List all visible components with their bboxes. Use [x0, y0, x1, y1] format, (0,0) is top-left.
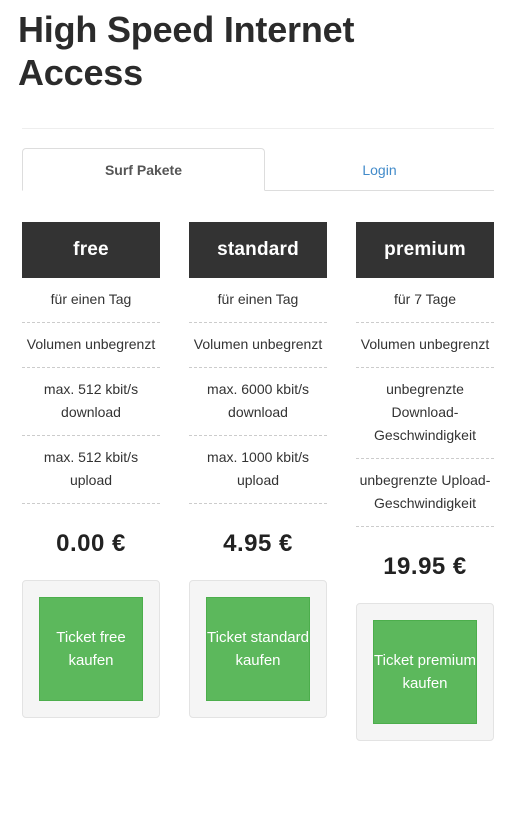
buy-panel-free: Ticket free kaufen: [22, 580, 160, 718]
plan-feature: unbegrenzte Upload-Geschwindigkeit: [356, 459, 494, 527]
plan-feature: Volumen unbegrenzt: [189, 323, 327, 368]
plan-feature: max. 512 kbit/s download: [22, 368, 160, 436]
buy-button-free[interactable]: Ticket free kaufen: [39, 597, 143, 701]
plan-name-standard: standard: [189, 222, 327, 278]
plan-feature: für einen Tag: [22, 278, 160, 323]
plan-card-free: free für einen Tag Volumen unbegrenzt ma…: [22, 222, 160, 718]
tab-login-label: Login: [362, 162, 397, 178]
tab-bar: Surf Pakete Login: [22, 148, 494, 191]
plan-price-standard: 4.95 €: [223, 530, 293, 557]
plan-card-premium: premium für 7 Tage Volumen unbegrenzt un…: [356, 222, 494, 741]
buy-button-standard[interactable]: Ticket standard kaufen: [206, 597, 310, 701]
buy-button-free-label: Ticket free kaufen: [56, 629, 126, 669]
page-title: High Speed Internet Access: [18, 9, 355, 93]
tab-surf-pakete[interactable]: Surf Pakete: [22, 148, 265, 191]
plan-feature: Volumen unbegrenzt: [356, 323, 494, 368]
plan-feature: Volumen unbegrenzt: [22, 323, 160, 368]
plan-feature: max. 512 kbit/s upload: [22, 436, 160, 504]
plan-feature: max. 6000 kbit/s download: [189, 368, 327, 436]
plan-features-premium: für 7 Tage Volumen unbegrenzt unbegrenzt…: [356, 278, 494, 527]
buy-panel-premium: Ticket premium kaufen: [356, 603, 494, 741]
plan-name-premium: premium: [356, 222, 494, 278]
buy-button-standard-label: Ticket standard kaufen: [207, 629, 309, 669]
plan-feature: für einen Tag: [189, 278, 327, 323]
plan-features-free: für einen Tag Volumen unbegrenzt max. 51…: [22, 278, 160, 504]
plan-feature: max. 1000 kbit/s upload: [189, 436, 327, 504]
plan-features-standard: für einen Tag Volumen unbegrenzt max. 60…: [189, 278, 327, 504]
title-divider: [22, 128, 494, 129]
plan-card-standard: standard für einen Tag Volumen unbegrenz…: [189, 222, 327, 718]
plan-feature: unbegrenzte Download-Geschwindigkeit: [356, 368, 494, 459]
buy-button-premium-label: Ticket premium kaufen: [374, 652, 476, 692]
buy-panel-standard: Ticket standard kaufen: [189, 580, 327, 718]
tab-login[interactable]: Login: [265, 148, 494, 191]
plan-feature: für 7 Tage: [356, 278, 494, 323]
buy-button-premium[interactable]: Ticket premium kaufen: [373, 620, 477, 724]
plan-price-premium: 19.95 €: [383, 553, 467, 580]
plan-price-free: 0.00 €: [56, 530, 126, 557]
plan-name-free: free: [22, 222, 160, 278]
tab-surf-pakete-label: Surf Pakete: [104, 162, 183, 178]
